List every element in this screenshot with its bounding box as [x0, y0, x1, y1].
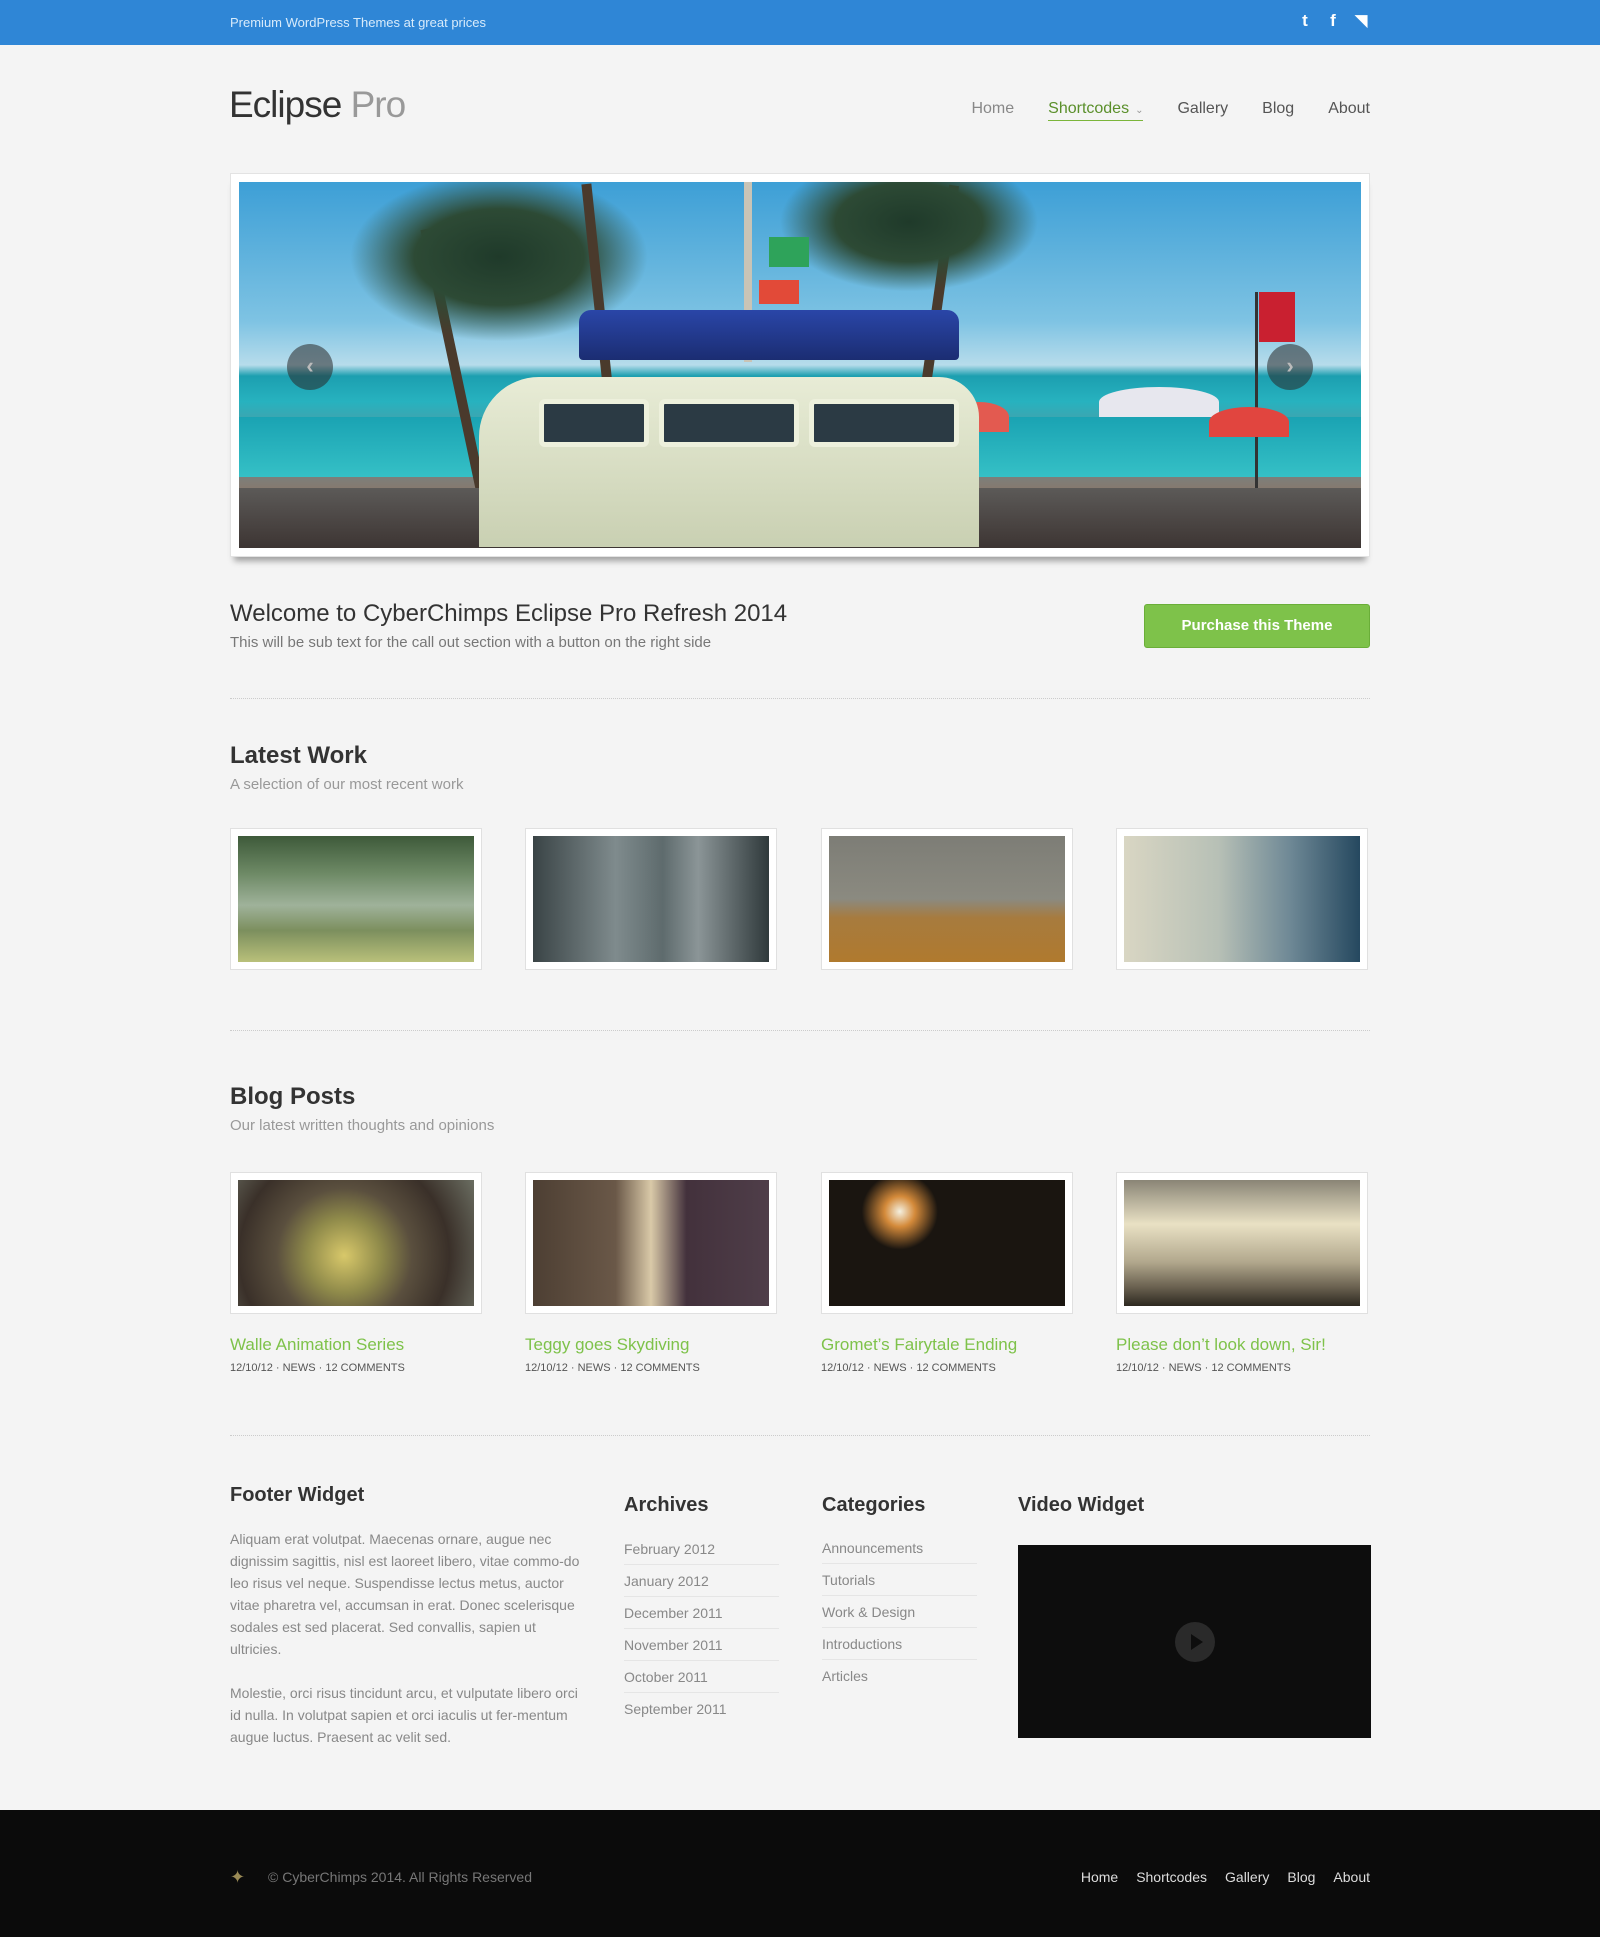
category-link[interactable]: Work & Design [822, 1596, 977, 1628]
main-nav: Home Shortcodes ⌄ Gallery Blog About [937, 100, 1370, 121]
copyright: © CyberChimps 2014. All Rights Reserved [268, 1869, 532, 1885]
footer-nav-gallery[interactable]: Gallery [1225, 1869, 1269, 1885]
work-thumb[interactable] [821, 828, 1073, 970]
footer-nav-shortcodes[interactable]: Shortcodes [1136, 1869, 1207, 1885]
facebook-icon[interactable]: f [1324, 11, 1342, 31]
post-title[interactable]: Gromet’s Fairytale Ending [821, 1335, 1017, 1355]
nav-about[interactable]: About [1328, 100, 1370, 121]
footer-nav-blog[interactable]: Blog [1287, 1869, 1315, 1885]
nav-gallery[interactable]: Gallery [1177, 100, 1228, 121]
site-logo[interactable]: Eclipse Pro [229, 84, 407, 126]
site-footer: ✦ © CyberChimps 2014. All Rights Reserve… [0, 1810, 1600, 1937]
work-thumb[interactable] [1116, 828, 1368, 970]
post-thumb[interactable] [230, 1172, 482, 1314]
nav-home[interactable]: Home [971, 100, 1014, 121]
social-links: t f ◥ [1296, 11, 1370, 31]
footer-nav: Home Shortcodes Gallery Blog About [1063, 1869, 1370, 1885]
latest-work-subtitle: A selection of our most recent work [230, 776, 464, 793]
archive-link[interactable]: December 2011 [624, 1597, 779, 1629]
post-meta: 12/10/12 · NEWS · 12 COMMENTS [1116, 1362, 1291, 1374]
categories-list: Announcements Tutorials Work & Design In… [822, 1532, 977, 1692]
post-thumb[interactable] [1116, 1172, 1368, 1314]
archive-link[interactable]: January 2012 [624, 1565, 779, 1597]
slider-prev-button[interactable]: ‹ [287, 344, 333, 390]
post-meta: 12/10/12 · NEWS · 12 COMMENTS [230, 1362, 405, 1374]
post-thumb[interactable] [821, 1172, 1073, 1314]
category-link[interactable]: Introductions [822, 1628, 977, 1660]
divider [230, 1435, 1370, 1436]
nav-shortcodes-label: Shortcodes [1048, 100, 1130, 117]
blog-subtitle: Our latest written thoughts and opinions [230, 1117, 495, 1134]
video-widget-title: Video Widget [1018, 1494, 1145, 1516]
post-meta: 12/10/12 · NEWS · 12 COMMENTS [525, 1362, 700, 1374]
callout-title: Welcome to CyberChimps Eclipse Pro Refre… [230, 600, 788, 627]
chevron-down-icon: ⌄ [1135, 105, 1144, 116]
category-link[interactable]: Articles [822, 1660, 977, 1692]
archives-list: February 2012 January 2012 December 2011… [624, 1533, 779, 1725]
footer-nav-home[interactable]: Home [1081, 1869, 1118, 1885]
top-bar: Premium WordPress Themes at great prices… [0, 0, 1600, 45]
nav-blog[interactable]: Blog [1262, 100, 1294, 121]
slider-next-button[interactable]: › [1267, 344, 1313, 390]
logo-sub: Pro [350, 84, 407, 125]
work-thumb[interactable] [525, 828, 777, 970]
hero-slider: ‹ › [230, 173, 1370, 557]
cyberchimps-logo-icon: ✦ [230, 1867, 246, 1887]
twitter-icon[interactable]: t [1296, 11, 1314, 31]
callout-subtitle: This will be sub text for the call out s… [230, 634, 712, 651]
blog-title: Blog Posts [230, 1083, 356, 1110]
slide-image: ‹ › [239, 182, 1361, 548]
archive-link[interactable]: November 2011 [624, 1629, 779, 1661]
tagline: Premium WordPress Themes at great prices [230, 15, 486, 30]
play-icon[interactable] [1175, 1622, 1215, 1662]
divider [230, 698, 1370, 699]
archive-link[interactable]: October 2011 [624, 1661, 779, 1693]
footer-widget-title: Footer Widget [230, 1484, 365, 1506]
divider [230, 1030, 1370, 1031]
video-player[interactable] [1018, 1545, 1371, 1738]
category-link[interactable]: Announcements [822, 1532, 977, 1564]
rss-icon[interactable]: ◥ [1352, 11, 1370, 31]
latest-work-title: Latest Work [230, 742, 367, 769]
category-link[interactable]: Tutorials [822, 1564, 977, 1596]
nav-shortcodes[interactable]: Shortcodes ⌄ [1048, 100, 1144, 121]
archives-title: Archives [624, 1494, 709, 1516]
categories-title: Categories [822, 1494, 926, 1516]
archive-link[interactable]: September 2011 [624, 1693, 779, 1725]
post-meta: 12/10/12 · NEWS · 12 COMMENTS [821, 1362, 996, 1374]
work-thumb[interactable] [230, 828, 482, 970]
post-title[interactable]: Teggy goes Skydiving [525, 1335, 689, 1355]
post-thumb[interactable] [525, 1172, 777, 1314]
logo-main: Eclipse [229, 84, 342, 125]
footer-widget-text-2: Molestie, orci risus tincidunt arcu, et … [230, 1685, 578, 1745]
footer-nav-about[interactable]: About [1333, 1869, 1370, 1885]
footer-widget-text: Aliquam erat volutpat. Maecenas ornare, … [230, 1531, 580, 1657]
post-title[interactable]: Please don’t look down, Sir! [1116, 1335, 1326, 1355]
post-title[interactable]: Walle Animation Series [230, 1335, 404, 1355]
archive-link[interactable]: February 2012 [624, 1533, 779, 1565]
purchase-button[interactable]: Purchase this Theme [1144, 604, 1370, 648]
